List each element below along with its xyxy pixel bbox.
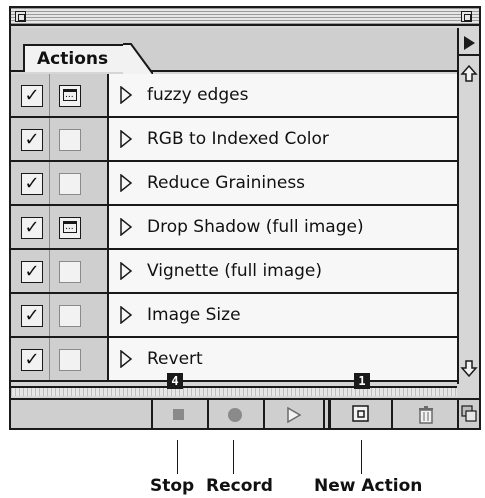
expand-triangle-icon[interactable] — [119, 130, 133, 148]
row-toggles: ✓ — [11, 250, 109, 292]
action-row[interactable]: ✓ Vignette (full image) — [11, 250, 457, 294]
badge-stop-number: 4 — [167, 373, 183, 389]
cell-divider — [49, 118, 50, 160]
row-toggles: ✓ — [11, 338, 109, 380]
row-toggles: ✓ — [11, 206, 109, 248]
callout-stop: Stop — [150, 476, 195, 496]
expand-triangle-icon[interactable] — [119, 350, 133, 368]
callout-record: Record — [206, 476, 273, 496]
action-cell[interactable]: Revert — [109, 338, 457, 380]
action-label: RGB to Indexed Color — [147, 129, 329, 149]
cell-divider — [49, 162, 50, 204]
callout-line-stop — [177, 440, 178, 474]
row-toggles: ✓ — [11, 294, 109, 336]
palette-title-bar[interactable] — [11, 8, 479, 26]
dialog-toggle-icon[interactable] — [59, 217, 81, 239]
zoom-box-icon[interactable] — [461, 11, 472, 22]
action-label: Vignette (full image) — [147, 261, 323, 281]
play-button[interactable] — [263, 400, 323, 428]
action-row[interactable]: ✓ fuzzy edges — [11, 74, 457, 118]
tab-edge — [123, 43, 153, 75]
record-icon — [228, 408, 242, 422]
row-toggles: ✓ — [11, 74, 109, 116]
record-button[interactable] — [207, 400, 263, 428]
expand-triangle-icon[interactable] — [119, 174, 133, 192]
badge-new-action-number: 1 — [354, 373, 370, 389]
action-cell[interactable]: Image Size — [109, 294, 457, 336]
action-label: Drop Shadow (full image) — [147, 217, 364, 237]
status-strip — [11, 386, 457, 396]
cell-divider — [49, 338, 50, 380]
palette-menu-icon[interactable] — [461, 34, 477, 52]
row-toggles: ✓ — [11, 118, 109, 160]
dialog-toggle-icon[interactable] — [59, 129, 81, 151]
new-action-button[interactable] — [329, 400, 391, 428]
dialog-toggle-icon[interactable] — [59, 261, 81, 283]
action-row[interactable]: ✓ RGB to Indexed Color — [11, 118, 457, 162]
action-label: Revert — [147, 349, 203, 369]
new-action-icon — [352, 405, 369, 422]
actions-palette: Actions ✓ fuzzy edges ✓ — [9, 6, 481, 430]
close-box-icon[interactable] — [15, 11, 26, 22]
stop-button[interactable] — [151, 400, 207, 428]
tab-actions[interactable]: Actions — [23, 44, 127, 72]
action-row[interactable]: ✓ Reduce Graininess — [11, 162, 457, 206]
scroll-divider — [459, 54, 479, 56]
callout-line-record — [233, 440, 234, 474]
action-row[interactable]: ✓ Revert — [11, 338, 457, 382]
dialog-toggle-icon[interactable] — [59, 349, 81, 371]
delete-button[interactable] — [391, 400, 457, 428]
item-toggle-checkbox[interactable]: ✓ — [21, 173, 43, 195]
cell-divider — [49, 294, 50, 336]
item-toggle-checkbox[interactable]: ✓ — [21, 217, 43, 239]
item-toggle-checkbox[interactable]: ✓ — [21, 261, 43, 283]
callout-line-new-action — [361, 440, 362, 474]
action-row[interactable]: ✓ Drop Shadow (full image) — [11, 206, 457, 250]
action-cell[interactable]: Drop Shadow (full image) — [109, 206, 457, 248]
cell-divider — [49, 250, 50, 292]
item-toggle-checkbox[interactable]: ✓ — [21, 305, 43, 327]
action-label: Reduce Graininess — [147, 173, 306, 193]
scroll-up-arrow-icon[interactable] — [460, 64, 478, 84]
callout-new-action: New Action — [314, 476, 423, 496]
vertical-scrollbar[interactable] — [457, 28, 479, 384]
dialog-toggle-icon[interactable] — [59, 85, 81, 107]
palette-toolbar — [11, 398, 479, 428]
tab-row: Actions — [11, 28, 457, 75]
action-cell[interactable]: Vignette (full image) — [109, 250, 457, 292]
expand-triangle-icon[interactable] — [119, 86, 133, 104]
new-set-icon — [461, 405, 477, 422]
action-label: Image Size — [147, 305, 241, 325]
expand-triangle-icon[interactable] — [119, 306, 133, 324]
action-cell[interactable]: fuzzy edges — [109, 74, 457, 116]
row-toggles: ✓ — [11, 162, 109, 204]
item-toggle-checkbox[interactable]: ✓ — [21, 85, 43, 107]
dialog-toggle-icon[interactable] — [59, 305, 81, 327]
cell-divider — [49, 74, 50, 116]
expand-triangle-icon[interactable] — [119, 218, 133, 236]
item-toggle-checkbox[interactable]: ✓ — [21, 129, 43, 151]
expand-triangle-icon[interactable] — [119, 262, 133, 280]
dialog-toggle-icon[interactable] — [59, 173, 81, 195]
play-icon — [287, 406, 302, 424]
action-cell[interactable]: RGB to Indexed Color — [109, 118, 457, 160]
stop-icon — [173, 409, 184, 420]
action-cell[interactable]: Reduce Graininess — [109, 162, 457, 204]
item-toggle-checkbox[interactable]: ✓ — [21, 349, 43, 371]
new-set-button[interactable] — [457, 400, 479, 428]
cell-divider — [49, 206, 50, 248]
action-label: fuzzy edges — [147, 85, 249, 105]
action-row[interactable]: ✓ Image Size — [11, 294, 457, 338]
scroll-down-arrow-icon[interactable] — [460, 358, 478, 378]
toolbar-spacer — [11, 400, 151, 428]
trash-icon — [419, 406, 433, 424]
